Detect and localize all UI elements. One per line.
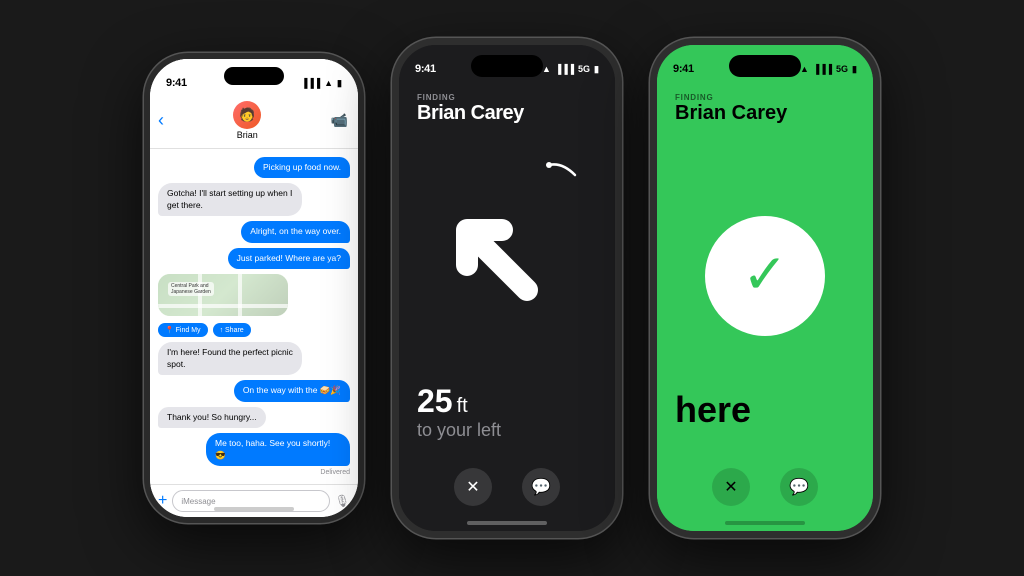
message-button-right[interactable]: 💬 [780,468,818,506]
wifi-icon-c: 5G [578,64,590,74]
cancel-button-right[interactable]: ✕ [712,468,750,506]
contact-name: Brian [237,130,258,140]
message-bubble-out-4: On the way with the 🥪🎉 [234,380,350,401]
wifi-icon-r: 5G [836,64,848,74]
imessage-input-bar: + iMessage 🎙 [150,484,358,517]
distance-display: 25 ft to your left [417,383,501,441]
add-attachment-icon[interactable]: + [158,492,167,510]
cancel-icon-r: ✕ [724,477,737,497]
status-icons-right: ▲ ▐▐▐ 5G ▮ [800,64,857,75]
status-icons-center: ▲ ▐▐▐ 5G ▮ [542,64,599,75]
location-icon-r: ▲ [800,64,809,74]
message-icon: 💬 [531,477,551,497]
distance-direction: to your left [417,420,501,441]
finding-screen-dark: FINDING Brian Carey 25 ft to your left [399,45,615,531]
map-action-buttons: 📍 Find My ↑ Share [158,323,251,337]
delivered-label: Delivered [320,469,350,476]
finding-buttons-center: ✕ 💬 [399,468,615,506]
phone-finding-found: 9:41 ▲ ▐▐▐ 5G ▮ FINDING Brian Carey ✓ he… [650,38,880,538]
cancel-button-center[interactable]: ✕ [454,468,492,506]
home-indicator-left [214,507,294,511]
location-icon: ▲ [542,64,551,74]
found-check-circle: ✓ [705,216,825,336]
find-my-button[interactable]: 📍 Find My [158,323,208,337]
status-time-right: 9:41 [673,63,694,75]
video-call-icon[interactable]: 📹 [331,112,348,129]
message-bubble-in-2: I'm here! Found the perfect picnic spot. [158,342,302,375]
map-bubble[interactable]: Central Park andJapanese Garden [158,274,288,316]
signal-icon-c: ▐▐▐ [555,64,574,74]
signal-icon-r: ▐▐▐ [813,64,832,74]
battery-icon: ▮ [337,78,342,89]
home-indicator-right [725,521,805,525]
home-indicator-center [467,521,547,525]
message-icon-r: 💬 [789,477,809,497]
battery-icon-r: ▮ [852,64,857,75]
message-bubble-in-1: Gotcha! I'll start setting up when I get… [158,183,302,216]
message-button-center[interactable]: 💬 [522,468,560,506]
dynamic-island-left [224,67,284,85]
finding-buttons-right: ✕ 💬 [657,468,873,506]
here-label: here [675,389,751,431]
direction-arrow [399,155,615,365]
status-time-center: 9:41 [415,63,436,75]
message-placeholder: iMessage [181,497,215,506]
microphone-icon[interactable]: 🎙 [335,494,350,508]
distance-number: 25 [417,383,453,420]
message-bubble-out-3: Just parked! Where are ya? [228,248,350,269]
dynamic-island-right [729,55,801,77]
precision-arc [544,160,580,196]
message-bubble-out-2: Alright, on the way over. [241,221,350,242]
messages-list: Picking up food now. Gotcha! I'll start … [150,149,358,484]
person-name-right: Brian Carey [675,102,787,125]
message-bubble-in-3: Thank you! So hungry... [158,407,266,428]
message-bubble-out-5: Me too, haha. See you shortly! 😎 [206,433,350,466]
back-button[interactable]: ‹ [158,110,164,131]
signal-icon: ▐▐▐ [301,78,320,88]
phone-imessage: 9:41 ▐▐▐ ▲ ▮ ‹ 🧑 Brian 📹 Picking up food… [144,53,364,523]
wifi-icon: ▲ [324,78,333,88]
contact-info[interactable]: 🧑 Brian [233,101,261,140]
avatar: 🧑 [233,101,261,129]
person-name-center: Brian Carey [417,102,524,125]
cancel-icon: ✕ [466,477,479,497]
imessage-screen: ‹ 🧑 Brian 📹 Picking up food now. Gotcha!… [150,59,358,517]
status-time-left: 9:41 [166,77,187,89]
message-bubble-out-1: Picking up food now. [254,157,350,178]
finding-label-right: FINDING [675,93,714,102]
share-button[interactable]: ↑ Share [213,323,251,337]
checkmark-icon: ✓ [742,247,788,302]
finding-screen-green: FINDING Brian Carey ✓ here ✕ 💬 [657,45,873,531]
status-icons-left: ▐▐▐ ▲ ▮ [301,78,342,89]
battery-icon-c: ▮ [594,64,599,75]
dynamic-island-center [471,55,543,77]
distance-unit: ft [457,395,468,418]
finding-label-center: FINDING [417,93,456,102]
phone-finding-searching: 9:41 ▲ ▐▐▐ 5G ▮ FINDING Brian Carey 2 [392,38,622,538]
